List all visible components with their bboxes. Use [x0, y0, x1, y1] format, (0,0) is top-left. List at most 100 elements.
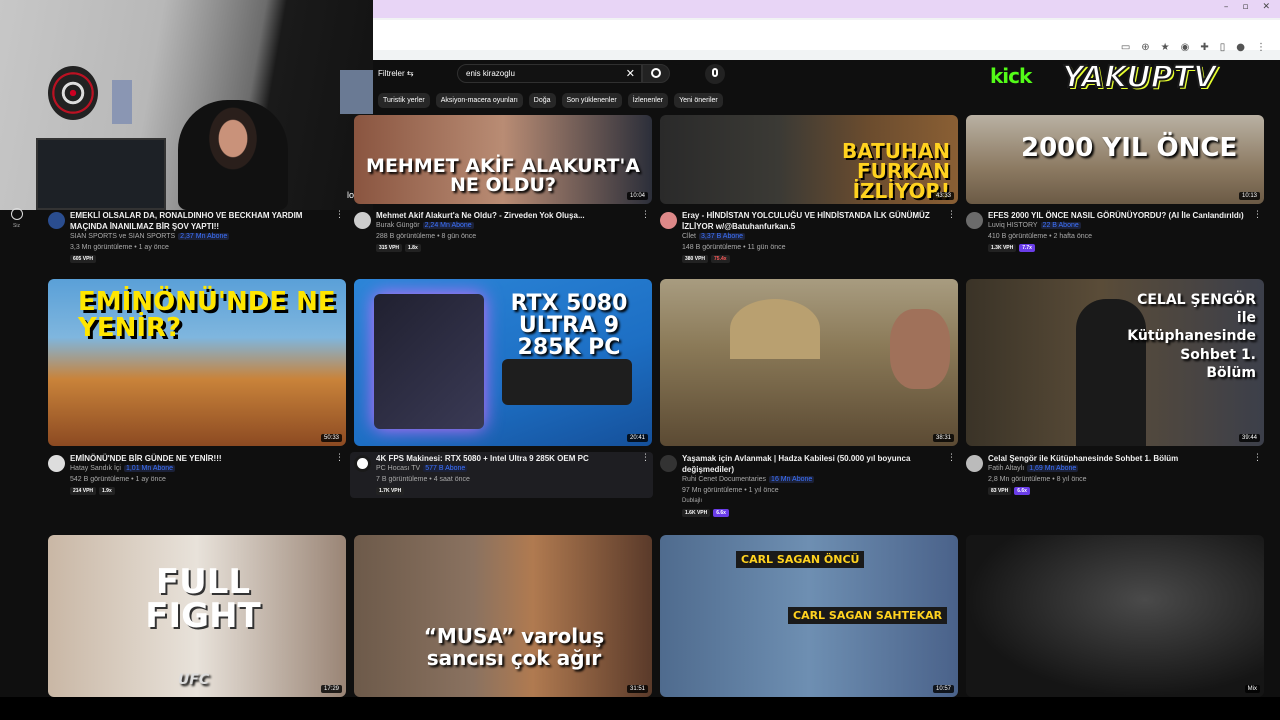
video-title[interactable]: Yaşamak için Avlanmak | Hadza Kabilesi (… [682, 453, 940, 475]
video-duration: 17:29 [320, 685, 342, 693]
video-stats: 2,8 Mn görüntüleme • 8 yıl önce [988, 476, 1087, 483]
channel-avatar[interactable] [966, 455, 983, 472]
more-options-icon[interactable]: ⋮ [947, 210, 956, 220]
filters-button[interactable]: Filtreler ⇆ [378, 69, 414, 78]
video-thumbnail[interactable]: RTX 5080 ULTRA 9 285K PC 20:41 [354, 279, 652, 446]
thumbnail-text: “MUSA” varoluş sancısı çok ağır [423, 624, 605, 670]
channel-avatar[interactable] [354, 455, 371, 472]
thumbnail-text: RTX 5080 ULTRA 9 285K PC [510, 291, 628, 360]
channel-avatar[interactable] [660, 212, 677, 229]
channel-line: Fatih Altaylı 1,69 Mn Abone [988, 465, 1079, 472]
yakuptv-logo: YAKUPTV [1052, 40, 1232, 112]
wall-poster [112, 80, 132, 124]
more-options-icon[interactable]: ⋮ [947, 453, 956, 463]
chip[interactable]: Yeni öneriler [674, 93, 723, 108]
maximize-icon[interactable]: ▫ [1242, 2, 1248, 12]
channel-avatar[interactable] [48, 212, 65, 229]
badges: 1.7K VPH [376, 487, 405, 495]
channel-name[interactable]: Ruhi Cenet Documentaries [682, 476, 766, 483]
subscriber-count: 3,37 B Abone [699, 233, 746, 240]
video-title[interactable]: Celal Şengör ile Kütüphanesinde Sohbet 1… [988, 453, 1246, 464]
more-options-icon[interactable]: ⋮ [1253, 210, 1262, 220]
kick-logo: kick [990, 64, 1032, 88]
screen: – ▫ ✕ ▭ ⊕ ★ ◉ ✚ ▯ ● ⋮ logi Filtreler ⇆ ✕ [0, 0, 1280, 720]
dubbed-label: Dublajlı [682, 498, 703, 504]
video-title[interactable]: Eray - HİNDİSTAN YOLCULUĞU VE HİNDİSTAND… [682, 210, 940, 232]
video-duration: 10:13 [1238, 192, 1260, 200]
video-title[interactable]: EFES 2000 YIL ÖNCE NASIL GÖRÜNÜYORDU? (A… [988, 210, 1246, 221]
vph-badge: 605 VPH [70, 255, 97, 263]
channel-name[interactable]: Hatay Sandık İçi [70, 465, 121, 472]
video-duration: 10:04 [626, 192, 648, 200]
channel-name[interactable]: Cllet [682, 233, 696, 240]
filter-chips: Turistik yerler Aksiyon-macera oyunları … [378, 93, 723, 108]
subscriber-count: 1,01 Mn Abone [123, 465, 176, 472]
chip[interactable]: Turistik yerler [378, 93, 430, 108]
video-stats: 97 Mn görüntüleme • 1 yıl önce [682, 487, 779, 494]
yakuptv-logo-text: YAKUPTV [1061, 59, 1217, 96]
vph-badge: 83 VPH [988, 487, 1012, 495]
minimize-icon[interactable]: – [1224, 2, 1229, 12]
video-title[interactable]: 4K FPS Makinesi: RTX 5080 + Intel Ultra … [376, 453, 634, 464]
video-thumbnail[interactable]: Mix [966, 535, 1264, 697]
more-options-icon[interactable]: ⋮ [335, 453, 344, 463]
close-window-icon[interactable]: ✕ [1262, 2, 1270, 12]
channel-name[interactable]: Fatih Altaylı [988, 465, 1024, 472]
clear-search-icon[interactable]: ✕ [626, 67, 635, 80]
video-thumbnail[interactable]: EMİNÖNÜ'NDE NE YENİR? 50:33 [48, 279, 346, 446]
more-options-icon[interactable]: ⋮ [335, 210, 344, 220]
subscriber-count: 577 B Abone [423, 465, 468, 472]
search-box[interactable]: ✕ [457, 64, 642, 83]
search-icon [651, 68, 661, 78]
video-duration: 50:33 [320, 434, 342, 442]
video-thumbnail[interactable]: 38:31 [660, 279, 958, 446]
more-options-icon[interactable]: ⋮ [641, 453, 650, 463]
video-title[interactable]: EMİNÖNÜ'NDE BİR GÜNDE NE YENİR!!! [70, 453, 328, 464]
channel-name[interactable]: PC Hocası TV [376, 465, 420, 472]
ratio-badge: 6.6x [713, 509, 729, 517]
chip[interactable]: İzlenenler [627, 93, 669, 108]
browser-tabstrip: – ▫ ✕ [373, 0, 1280, 18]
video-thumbnail[interactable]: CELAL ŞENGÖR ile Kütüphanesinde Sohbet 1… [966, 279, 1264, 446]
video-stats: 542 B görüntüleme • 1 ay önce [70, 476, 166, 483]
video-thumbnail[interactable]: “MUSA” varoluş sancısı çok ağır 31:51 [354, 535, 652, 697]
chip[interactable]: Son yüklenenler [561, 93, 622, 108]
channel-line: Burak Güngör 2,24 Mn Abone [376, 222, 474, 229]
video-title[interactable]: EMEKLİ OLSALAR DA, RONALDINHO VE BECKHAM… [70, 210, 328, 232]
search-button[interactable] [642, 64, 670, 83]
profile-icon[interactable]: ● [1236, 42, 1245, 53]
thumbnail-text: MEHMET AKİF ALAKURT'A NE OLDU? [366, 155, 640, 196]
thumbnail-text: FULL FIGHT [145, 562, 261, 636]
video-title[interactable]: Mehmet Akif Alakurt'a Ne Oldu? - Zirvede… [376, 210, 634, 221]
channel-avatar[interactable] [660, 455, 677, 472]
video-thumbnail[interactable]: MEHMET AKİF ALAKURT'A NE OLDU? 10:04 [354, 115, 652, 204]
window-controls: – ▫ ✕ [1224, 2, 1270, 12]
search-input[interactable] [466, 69, 606, 78]
channel-avatar[interactable] [966, 212, 983, 229]
channel-avatar[interactable] [354, 212, 371, 229]
voice-search-button[interactable] [705, 64, 725, 84]
chip[interactable]: Doğa [528, 93, 556, 108]
menu-icon[interactable]: ⋮ [1256, 42, 1266, 53]
channel-name[interactable]: SIAN SPORTS ve SIAN SPORTS [70, 233, 175, 240]
thumbnail-text: 2000 YIL ÖNCE [1021, 133, 1238, 163]
video-stats: 3,3 Mn görüntüleme • 1 ay önce [70, 244, 169, 251]
video-thumbnail[interactable]: CARL SAGAN ÖNCÜ CARL SAGAN SAHTEKAR 10:5… [660, 535, 958, 697]
you-icon[interactable] [11, 208, 23, 220]
video-thumbnail[interactable]: FULL FIGHT UFC 17:29 [48, 535, 346, 697]
channel-name[interactable]: Burak Güngör [376, 222, 420, 229]
ufc-tag: UFC [178, 672, 210, 688]
badges: 1.3K VPH 7.7x [988, 244, 1035, 252]
channel-avatar[interactable] [48, 455, 65, 472]
video-thumbnail[interactable]: 2000 YIL ÖNCE 10:13 [966, 115, 1264, 204]
thumbnail-text: CARL SAGAN ÖNCÜ [736, 551, 865, 568]
chip[interactable]: Aksiyon-macera oyunları [435, 93, 523, 108]
channel-name[interactable]: Luviq HISTORY [988, 222, 1038, 229]
badges: 1.6K VPH 6.6x [682, 509, 729, 517]
video-thumbnail[interactable]: BATUHAN FURKAN İZLİYOR! 43:33 [660, 115, 958, 204]
more-options-icon[interactable]: ⋮ [1253, 453, 1262, 463]
video-duration: 10:57 [932, 685, 954, 693]
more-options-icon[interactable]: ⋮ [641, 210, 650, 220]
thumbnail-text: EMİNÖNÜ'NDE NE YENİR? [78, 287, 336, 343]
bottom-bar [0, 697, 1280, 720]
